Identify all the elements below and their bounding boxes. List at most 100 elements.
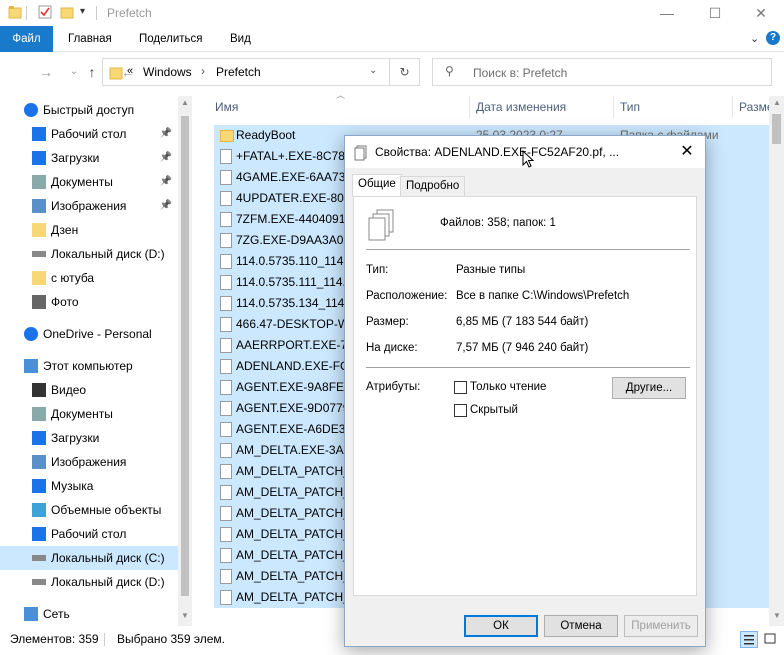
new-folder-icon[interactable] [60, 5, 74, 19]
sidebar-item[interactable]: Быстрый доступ [0, 98, 178, 122]
column-divider[interactable] [613, 96, 614, 118]
desktop-icon [32, 527, 46, 541]
pin-icon[interactable]: 📌 [160, 146, 172, 170]
file-name: AM_DELTA.EXE-3A6E [236, 443, 346, 457]
sidebar-item[interactable]: Рабочий стол 📌 [0, 122, 178, 146]
up-button[interactable]: ↑ [82, 62, 102, 82]
column-header-name[interactable]: Имя [215, 96, 238, 118]
sidebar-item[interactable]: Локальный диск (D:) [0, 242, 178, 266]
file-icon [220, 233, 232, 248]
type-value: Разные типы [456, 264, 526, 276]
sidebar-item[interactable]: Документы 📌 [0, 170, 178, 194]
readonly-checkbox[interactable] [454, 381, 467, 394]
sidebar-item[interactable]: Изображения [0, 450, 178, 474]
sidebar-item[interactable]: Локальный диск (C:) [0, 546, 178, 570]
divider [366, 249, 690, 250]
quick-access-dropdown-icon[interactable]: ▾ [80, 6, 85, 17]
search-input[interactable]: Поиск в: Prefetch [473, 66, 567, 80]
tab-file[interactable]: Файл [0, 26, 53, 52]
pin-icon[interactable]: 📌 [160, 194, 172, 218]
sidebar-item[interactable]: Видео [0, 378, 178, 402]
properties-icon[interactable] [38, 5, 52, 19]
tab-details[interactable]: Подробно [400, 176, 466, 196]
tab-general[interactable]: Общие [352, 174, 402, 197]
ribbon-expand-icon[interactable]: ⌄ [750, 32, 759, 45]
file-icon [220, 443, 232, 458]
sidebar-item[interactable]: Сеть [0, 602, 178, 626]
sidebar-item[interactable]: Загрузки [0, 426, 178, 450]
download-icon [32, 431, 46, 445]
computer-icon [24, 359, 38, 373]
tab-share[interactable]: Поделиться [127, 26, 215, 52]
details-view-button[interactable] [740, 631, 758, 648]
minimize-button[interactable]: — [644, 0, 690, 26]
breadcrumb-windows[interactable]: Windows [143, 65, 192, 79]
file-name: AM_DELTA_PATCH_1. [236, 569, 346, 583]
search-box[interactable]: ⚲ Поиск в: Prefetch [432, 58, 772, 86]
column-divider[interactable] [732, 96, 733, 118]
scroll-up-icon[interactable]: ▲ [181, 98, 189, 107]
address-overflow[interactable]: « [127, 65, 133, 77]
sort-indicator-icon: ︿ [336, 90, 346, 100]
refresh-button[interactable]: ↻ [390, 58, 420, 86]
sidebar-item-label: Объемные объекты [51, 503, 162, 517]
file-list-scrollbar[interactable]: ▲ ▼ [769, 96, 784, 626]
scroll-up-icon[interactable]: ▲ [773, 98, 781, 107]
close-icon: ✕ [755, 4, 767, 21]
column-header-type[interactable]: Тип [620, 96, 640, 118]
drive-icon [32, 555, 46, 561]
address-dropdown-icon[interactable]: ⌄ [369, 65, 377, 76]
sidebar-item[interactable]: Дзен [0, 218, 178, 242]
scroll-down-icon[interactable]: ▼ [181, 611, 189, 620]
sidebar-item[interactable]: Изображения 📌 [0, 194, 178, 218]
dialog-close-button[interactable]: ✕ [677, 142, 697, 162]
sidebar-item-label: Документы [51, 175, 113, 189]
file-name: AGENT.EXE-A6DE369 [236, 422, 346, 436]
apply-button[interactable]: Применить [624, 615, 698, 637]
column-header-date[interactable]: Дата изменения [476, 96, 566, 118]
file-name: +FATAL+.EXE-8C78D [236, 149, 346, 163]
ok-button[interactable]: ОК [464, 615, 538, 637]
hidden-checkbox[interactable] [454, 404, 467, 417]
close-window-button[interactable]: ✕ [738, 0, 784, 26]
sidebar-item[interactable]: Локальный диск (D:) [0, 570, 178, 594]
sidebar-item[interactable]: Объемные объекты [0, 498, 178, 522]
cube-icon [32, 503, 46, 517]
address-bar[interactable]: « Windows › Prefetch ⌄ [102, 58, 390, 86]
breadcrumb-separator-icon[interactable]: › [201, 64, 205, 78]
pin-icon[interactable]: 📌 [160, 170, 172, 194]
type-label: Тип: [366, 264, 389, 276]
hidden-label[interactable]: Скрытый [470, 404, 518, 416]
recent-locations-button[interactable]: ⌄ [64, 62, 84, 82]
file-name: AM_DELTA_PATCH_1. [236, 548, 346, 562]
file-icon [220, 506, 232, 521]
sidebar-item[interactable]: Загрузки 📌 [0, 146, 178, 170]
file-name: ReadyBoot [236, 128, 296, 142]
folder-icon [109, 64, 123, 83]
forward-button[interactable]: → [36, 62, 56, 82]
sidebar-item[interactable]: Документы [0, 402, 178, 426]
sidebar-item[interactable]: с ютуба [0, 266, 178, 290]
other-attributes-button[interactable]: Другие... [612, 377, 686, 399]
column-divider[interactable] [469, 96, 470, 118]
large-icons-view-button[interactable] [762, 631, 780, 648]
breadcrumb-prefetch[interactable]: Prefetch [216, 65, 261, 79]
sidebar-item[interactable]: Фото [0, 290, 178, 314]
navigation-scrollbar[interactable]: ▲ ▼ [178, 96, 192, 626]
scrollbar-thumb[interactable] [772, 114, 781, 144]
maximize-button[interactable]: ☐ [692, 0, 738, 26]
tab-home[interactable]: Главная [56, 26, 124, 52]
sidebar-item[interactable]: OneDrive - Personal [0, 322, 178, 346]
sidebar-item[interactable]: Этот компьютер [0, 354, 178, 378]
pin-icon[interactable]: 📌 [160, 122, 172, 146]
readonly-label[interactable]: Только чтение [470, 381, 546, 393]
help-icon[interactable]: ? [766, 31, 780, 45]
tab-view[interactable]: Вид [218, 26, 263, 52]
cancel-button[interactable]: Отмена [544, 615, 618, 637]
size-label: Размер: [366, 316, 409, 328]
sidebar-item[interactable]: Музыка [0, 474, 178, 498]
scroll-down-icon[interactable]: ▼ [773, 611, 781, 620]
file-name: ADENLAND.EXE-FC5 [236, 359, 346, 373]
sidebar-item[interactable]: Рабочий стол [0, 522, 178, 546]
scrollbar-thumb[interactable] [181, 116, 189, 596]
